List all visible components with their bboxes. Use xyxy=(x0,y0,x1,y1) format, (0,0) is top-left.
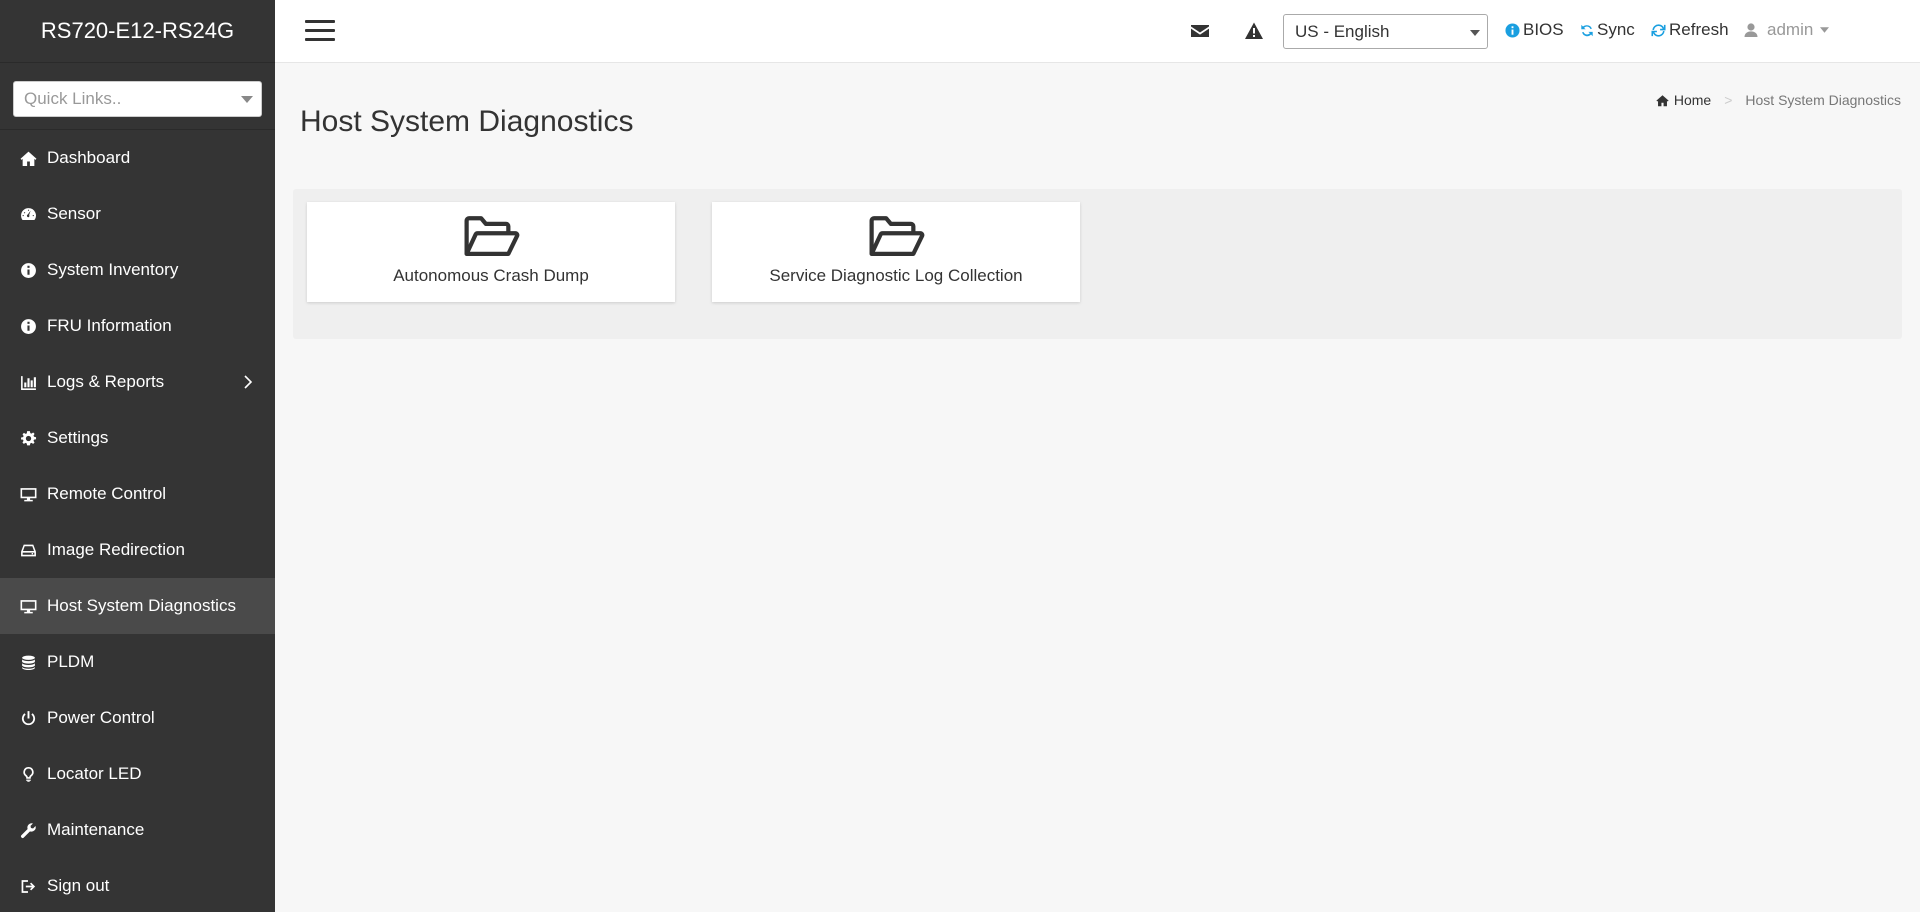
page-title: Host System Diagnostics xyxy=(300,105,634,138)
sidebar-item-remote-control[interactable]: Remote Control xyxy=(0,466,275,522)
breadcrumb-current: Host System Diagnostics xyxy=(1745,92,1901,108)
user-menu[interactable]: admin xyxy=(1743,20,1832,40)
sign-out-icon xyxy=(18,877,38,895)
folder-open-icon xyxy=(464,216,520,256)
sidebar: RS720-E12-RS24G Quick Links.. Dashboard … xyxy=(0,0,275,912)
card-label: Service Diagnostic Log Collection xyxy=(769,266,1023,285)
user-icon xyxy=(1744,23,1758,37)
sidebar-item-locator-led[interactable]: Locator LED xyxy=(0,746,275,802)
refresh-link[interactable]: Refresh xyxy=(1651,20,1729,40)
quick-links-select[interactable]: Quick Links.. xyxy=(13,81,262,117)
card-service-diagnostic-log-collection[interactable]: Service Diagnostic Log Collection xyxy=(712,202,1080,302)
info-circle-icon xyxy=(1505,22,1520,38)
database-icon xyxy=(18,653,38,671)
bios-link[interactable]: BIOS xyxy=(1505,20,1564,40)
chevron-down-icon xyxy=(1820,27,1830,33)
sidebar-item-image-redirection[interactable]: Image Redirection xyxy=(0,522,275,578)
folder-open-icon xyxy=(869,216,925,256)
power-icon xyxy=(18,709,38,727)
breadcrumb-home-label: Home xyxy=(1673,92,1712,108)
user-name: admin xyxy=(1767,20,1814,39)
diagnostics-panel: Autonomous Crash Dump Service Diagnostic… xyxy=(293,189,1902,339)
bar-chart-icon xyxy=(18,373,38,391)
hdd-icon xyxy=(18,541,38,559)
chevron-down-icon xyxy=(1470,30,1480,36)
card-autonomous-crash-dump[interactable]: Autonomous Crash Dump xyxy=(307,202,675,302)
wrench-icon xyxy=(18,821,38,839)
monitor-icon xyxy=(18,597,38,615)
sidebar-item-logs-reports[interactable]: Logs & Reports xyxy=(0,354,275,410)
sidebar-item-maintenance[interactable]: Maintenance xyxy=(0,802,275,858)
info-icon xyxy=(18,261,38,279)
info-icon xyxy=(18,317,38,335)
sidebar-item-label: Sign out xyxy=(47,876,110,895)
home-icon xyxy=(1656,94,1669,106)
sidebar-item-sensor[interactable]: Sensor xyxy=(0,186,275,242)
language-select-value: US - English xyxy=(1295,21,1390,41)
gauge-icon xyxy=(18,205,38,223)
sidebar-item-host-system-diagnostics[interactable]: Host System Diagnostics xyxy=(0,578,275,634)
breadcrumb-separator: > xyxy=(1724,92,1733,108)
sidebar-item-label: Dashboard xyxy=(47,148,131,167)
sidebar-nav: Dashboard Sensor System Inventory FRU In… xyxy=(0,130,275,912)
lightbulb-icon xyxy=(18,765,38,783)
card-label: Autonomous Crash Dump xyxy=(393,266,589,285)
chevron-right-icon xyxy=(243,374,253,394)
sidebar-item-label: Power Control xyxy=(47,708,155,727)
top-header: US - English BIOS Sync Refresh admin xyxy=(275,0,1920,63)
refresh-label: Refresh xyxy=(1669,20,1729,39)
sidebar-item-fru-information[interactable]: FRU Information xyxy=(0,298,275,354)
chevron-down-icon xyxy=(241,96,253,103)
sidebar-item-dashboard[interactable]: Dashboard xyxy=(0,130,275,186)
sidebar-item-label: Settings xyxy=(47,428,109,447)
home-icon xyxy=(18,149,38,167)
sidebar-item-label: System Inventory xyxy=(47,260,179,279)
sync-label: Sync xyxy=(1597,20,1635,39)
sidebar-item-system-inventory[interactable]: System Inventory xyxy=(0,242,275,298)
sidebar-item-label: Locator LED xyxy=(47,764,142,783)
sidebar-item-label: Host System Diagnostics xyxy=(47,596,236,615)
sidebar-item-label: PLDM xyxy=(47,652,95,671)
breadcrumb-home[interactable]: Home xyxy=(1656,92,1711,108)
sidebar-item-label: FRU Information xyxy=(47,316,172,335)
envelope-icon[interactable] xyxy=(1190,21,1210,41)
quick-links-placeholder: Quick Links.. xyxy=(24,89,122,108)
sidebar-item-power-control[interactable]: Power Control xyxy=(0,690,275,746)
sidebar-item-label: Image Redirection xyxy=(47,540,185,559)
sidebar-item-label: Logs & Reports xyxy=(47,372,165,391)
sidebar-item-pldm[interactable]: PLDM xyxy=(0,634,275,690)
sidebar-item-label: Sensor xyxy=(47,204,101,223)
sidebar-item-sign-out[interactable]: Sign out xyxy=(0,858,275,912)
refresh-icon xyxy=(1651,23,1666,37)
sidebar-item-settings[interactable]: Settings xyxy=(0,410,275,466)
sidebar-item-label: Maintenance xyxy=(47,820,145,839)
warning-icon[interactable] xyxy=(1244,21,1264,41)
gear-icon xyxy=(18,429,38,447)
language-select[interactable]: US - English xyxy=(1283,14,1488,49)
monitor-icon xyxy=(18,485,38,503)
brand-title: RS720-E12-RS24G xyxy=(0,0,275,63)
sync-icon xyxy=(1581,24,1593,36)
hamburger-menu-icon[interactable] xyxy=(305,20,335,42)
quick-links-container: Quick Links.. xyxy=(0,63,275,130)
bios-label: BIOS xyxy=(1523,20,1564,39)
sidebar-item-label: Remote Control xyxy=(47,484,167,503)
sync-link[interactable]: Sync xyxy=(1580,20,1635,40)
breadcrumb: Home > Host System Diagnostics xyxy=(1656,92,1901,108)
